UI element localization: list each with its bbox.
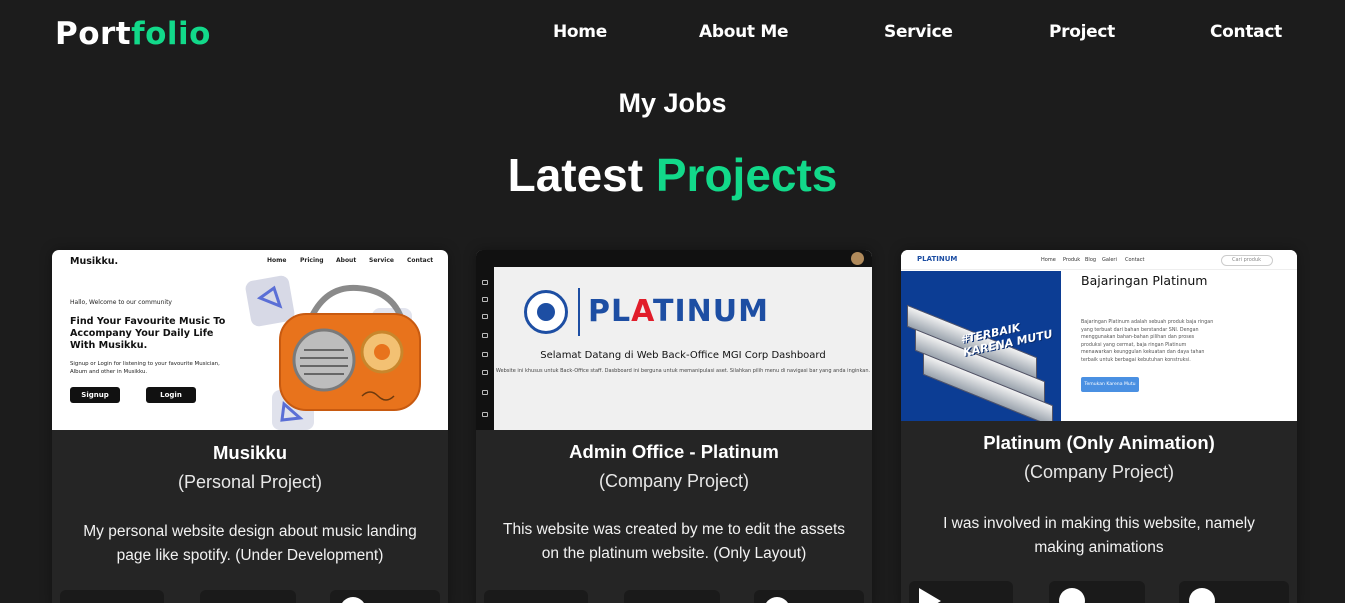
- nav-contact[interactable]: Contact: [1210, 22, 1282, 42]
- project-type: (Company Project): [598, 471, 750, 491]
- project-card-admin-office: PLATINUM Selamat Datang di Web Back-Offi…: [476, 250, 872, 603]
- preview-search: Cari produk: [1221, 255, 1273, 266]
- github-icon: [1189, 588, 1215, 603]
- project-button[interactable]: [330, 590, 440, 603]
- preview-nav-item: About: [336, 257, 357, 264]
- project-description: My personal website design about music l…: [83, 523, 417, 564]
- preview-nav-item: Service: [369, 257, 394, 264]
- preview-login-button: Login: [146, 387, 196, 403]
- project-preview-platinum: PLATINUM Home Produk Blog Galeri Contact…: [901, 250, 1297, 421]
- section-subtitle: My Jobs: [618, 88, 727, 118]
- preview-brand: Musikku.: [70, 256, 119, 267]
- project-card-musikku: Musikku. Home Pricing About Service Cont…: [52, 250, 448, 603]
- project-name: Admin Office - Platinum: [569, 441, 779, 462]
- preview-text: Bajaringan Platinum adalah sebuah produk…: [1081, 320, 1214, 363]
- preview-topbar: [476, 250, 872, 267]
- project-button[interactable]: [754, 590, 864, 603]
- project-name: Platinum (Only Animation): [983, 432, 1215, 453]
- project-button[interactable]: [1179, 581, 1289, 603]
- project-actions: [52, 590, 448, 603]
- github-icon: [340, 597, 366, 603]
- project-button[interactable]: [200, 590, 296, 603]
- preview-avatar: [851, 252, 864, 265]
- project-button[interactable]: [60, 590, 164, 603]
- project-name: Musikku: [212, 442, 288, 463]
- nav-home[interactable]: Home: [553, 22, 607, 42]
- preview-logo: PLATINUM: [917, 255, 958, 263]
- section-title: Latest Projects: [0, 148, 1345, 202]
- nav-about-me[interactable]: About Me: [699, 22, 789, 42]
- preview-cta: Temukan Karena Mutu: [1081, 377, 1139, 392]
- preview-headline: Find Your Favourite Music To Accompany Y…: [70, 316, 226, 351]
- project-button[interactable]: [484, 590, 588, 603]
- preview-text: Signup or Login for listening to your fa…: [70, 361, 220, 375]
- github-icon: [764, 597, 790, 603]
- platinum-wordmark: PLATINUM: [588, 294, 769, 329]
- project-button[interactable]: [1049, 581, 1145, 603]
- preview-signup-button: Signup: [70, 387, 120, 403]
- title-main: Latest: [507, 149, 644, 201]
- preview-hero-image: #TERBAIK KARENA MUTU: [901, 271, 1061, 421]
- project-type: (Company Project): [1023, 462, 1175, 482]
- preview-text: Website ini khusus untuk Back-Office sta…: [495, 368, 871, 374]
- project-button[interactable]: [624, 590, 720, 603]
- project-description: This website was created by me to edit t…: [502, 521, 846, 562]
- main-nav: Home About Me Service Project Contact: [0, 22, 1345, 46]
- preview-nav-item: Home: [267, 257, 287, 264]
- radio-illustration-icon: [245, 275, 421, 430]
- globe-icon: [1059, 588, 1085, 603]
- nav-service[interactable]: Service: [884, 22, 953, 42]
- project-button[interactable]: [909, 581, 1013, 603]
- title-accent: Projects: [655, 149, 838, 201]
- project-actions: [476, 590, 872, 603]
- preview-sidebar: [476, 250, 494, 430]
- preview-welcome: Selamat Datang di Web Back-Office MGI Co…: [540, 350, 826, 361]
- project-description: I was involved in making this website, n…: [943, 515, 1255, 556]
- project-type: (Personal Project): [177, 472, 323, 492]
- project-preview-musikku: Musikku. Home Pricing About Service Cont…: [52, 250, 448, 430]
- nav-project[interactable]: Project: [1049, 22, 1115, 42]
- play-icon: [919, 588, 941, 603]
- preview-greeting: Hallo, Welcome to our community: [70, 299, 172, 306]
- steel-seal-icon: [524, 290, 568, 334]
- project-actions: [901, 581, 1297, 603]
- preview-nav-item: Pricing: [300, 257, 324, 264]
- preview-nav-item: Contact: [407, 257, 434, 264]
- preview-headline: Bajaringan Platinum: [1081, 273, 1208, 288]
- project-card-platinum-animation: PLATINUM Home Produk Blog Galeri Contact…: [901, 250, 1297, 603]
- project-preview-admin-office: PLATINUM Selamat Datang di Web Back-Offi…: [476, 250, 872, 430]
